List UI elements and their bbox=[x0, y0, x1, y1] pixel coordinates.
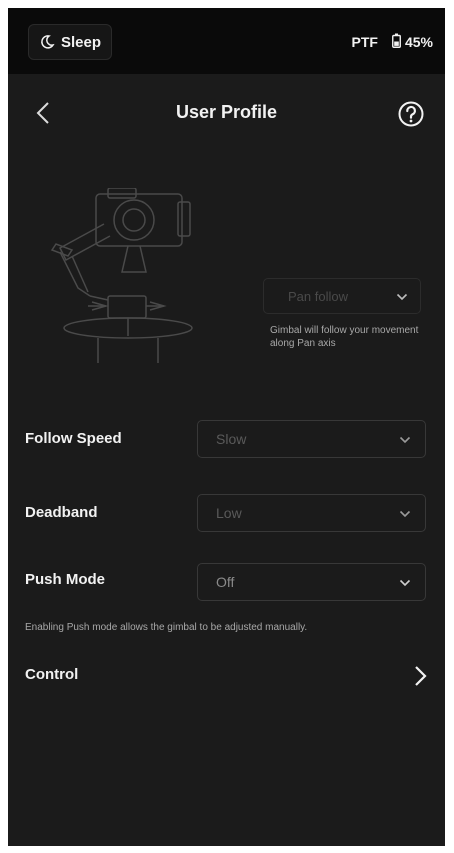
push-mode-value: Off bbox=[216, 574, 235, 590]
follow-speed-value: Slow bbox=[216, 431, 247, 447]
follow-speed-label: Follow Speed bbox=[25, 430, 122, 447]
nav-header: User Profile bbox=[8, 74, 445, 164]
gimbal-mode-indicator: PTF bbox=[351, 34, 378, 50]
moon-icon bbox=[39, 34, 55, 50]
sleep-label: Sleep bbox=[61, 33, 102, 51]
deadband-label: Deadband bbox=[25, 504, 98, 521]
push-mode-label: Push Mode bbox=[25, 571, 106, 588]
battery-indicator: 45% bbox=[392, 33, 433, 51]
page-title: User Profile bbox=[175, 102, 278, 122]
push-mode-select[interactable]: Off bbox=[197, 563, 426, 601]
chevron-down-icon bbox=[399, 574, 411, 590]
phone-screen: Sleep PTF 45% User Profile Pan follow Gi… bbox=[8, 8, 445, 846]
deadband-select[interactable]: Low bbox=[197, 494, 426, 532]
battery-icon bbox=[392, 33, 401, 51]
help-circle-icon bbox=[397, 101, 425, 132]
status-indicators: PTF 45% bbox=[352, 33, 433, 51]
sleep-button[interactable]: Sleep bbox=[28, 24, 113, 60]
control-label: Control bbox=[25, 666, 79, 683]
chevron-down-icon bbox=[399, 431, 411, 447]
deadband-value: Low bbox=[216, 505, 242, 521]
chevron-right-icon bbox=[413, 665, 427, 687]
follow-speed-select[interactable]: Slow bbox=[197, 420, 426, 458]
control-row[interactable]: Control bbox=[8, 656, 445, 696]
push-mode-note: Enabling Push mode allows the gimbal to … bbox=[25, 622, 308, 633]
follow-mode-value: Pan follow bbox=[288, 288, 348, 304]
follow-mode-description: Gimbal will follow your movement along P… bbox=[270, 325, 419, 349]
chevron-down-icon bbox=[399, 505, 411, 521]
chevron-down-icon bbox=[396, 289, 408, 304]
help-button[interactable] bbox=[397, 100, 425, 128]
battery-level: 45% bbox=[404, 34, 433, 50]
status-bar: Sleep PTF 45% bbox=[8, 8, 445, 74]
gimbal-illustration bbox=[38, 187, 218, 363]
follow-mode-select[interactable]: Pan follow bbox=[263, 278, 421, 314]
